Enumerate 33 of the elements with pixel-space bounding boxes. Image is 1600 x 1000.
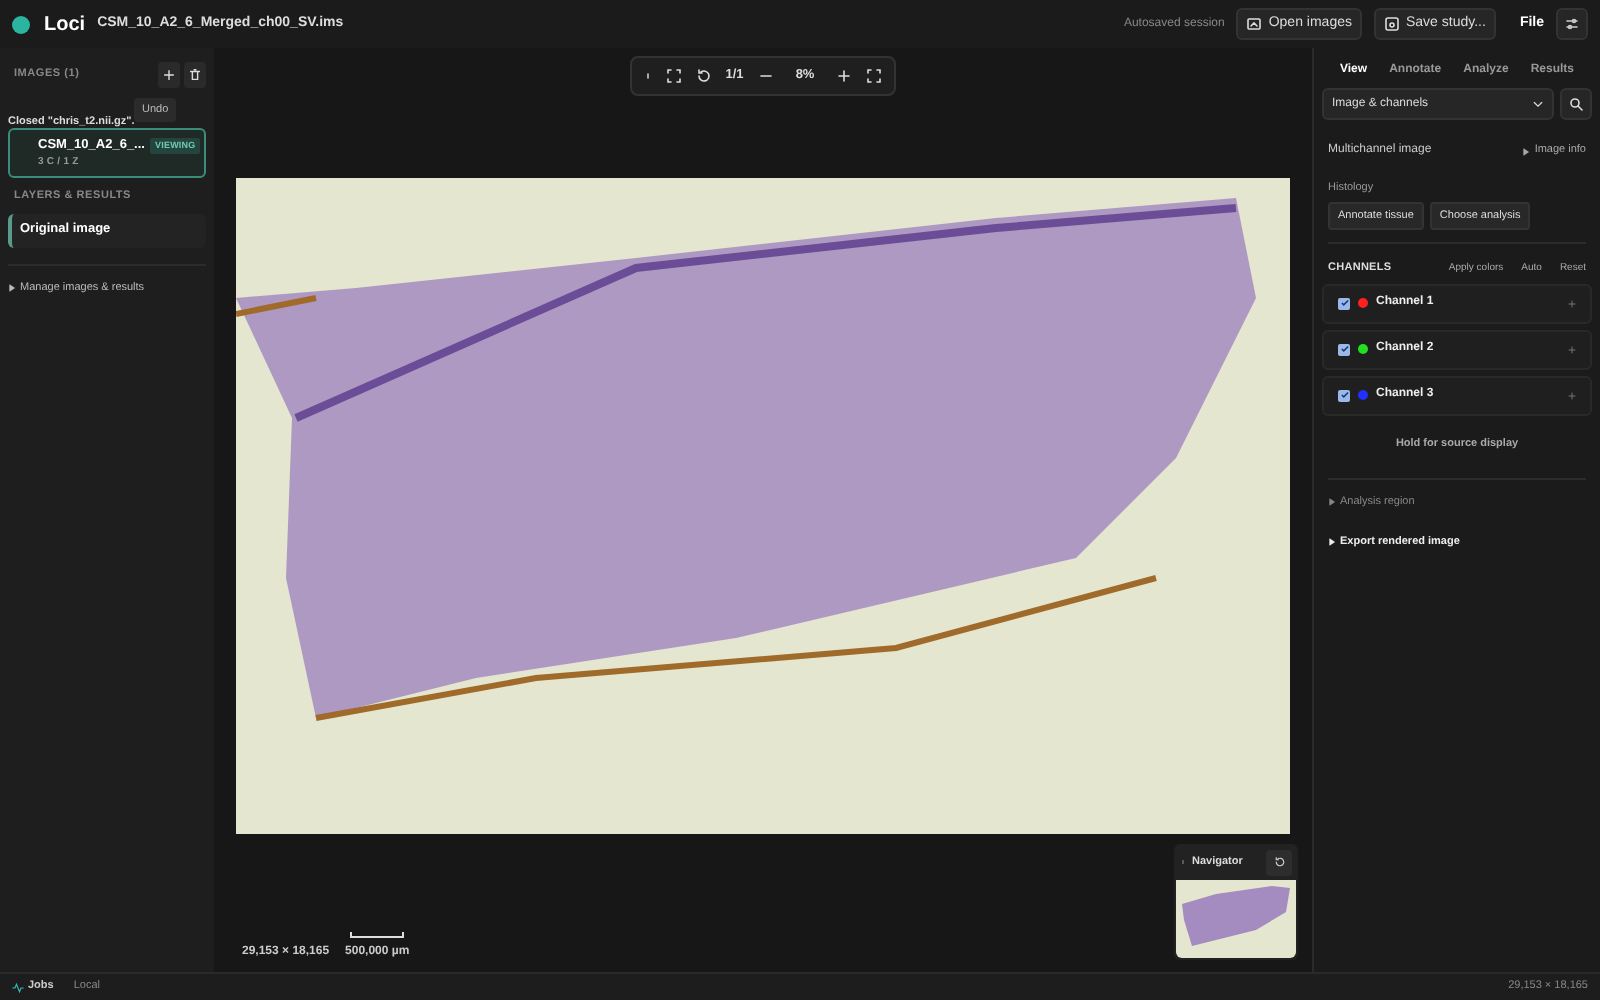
add-button[interactable] <box>158 61 180 87</box>
app-name: Loci <box>44 11 86 39</box>
fit-icon[interactable] <box>665 68 682 84</box>
checkbox[interactable] <box>1338 297 1350 309</box>
navigator-thumbnail <box>1176 880 1296 958</box>
refresh-icon <box>1273 856 1285 868</box>
caret-icon <box>8 283 16 292</box>
caret-icon <box>1522 147 1531 155</box>
sliders-icon <box>1564 16 1580 32</box>
plus-icon <box>162 67 176 81</box>
reset-button[interactable] <box>1266 849 1292 875</box>
checkbox[interactable] <box>1338 389 1350 401</box>
trash-icon <box>188 67 202 81</box>
grip-icon[interactable] <box>643 70 652 82</box>
search-button[interactable] <box>1560 88 1592 120</box>
disk-icon <box>1383 16 1400 32</box>
fullscreen-icon[interactable] <box>866 68 883 84</box>
logo-icon <box>12 15 30 33</box>
image-icon <box>1246 16 1263 32</box>
caret-icon <box>1328 497 1336 506</box>
plus-icon[interactable] <box>1568 345 1576 353</box>
delete-button[interactable] <box>184 61 206 87</box>
scale-bar <box>350 932 405 938</box>
plus-icon[interactable] <box>1568 299 1576 307</box>
chevron-down-icon <box>1532 98 1544 110</box>
rotate-icon[interactable] <box>695 68 712 84</box>
search-icon <box>1568 96 1584 112</box>
activity-icon <box>12 981 24 993</box>
settings-button[interactable] <box>1556 8 1588 40</box>
zoom-in-icon[interactable] <box>836 68 853 84</box>
caret-icon <box>1328 538 1336 547</box>
checkbox[interactable] <box>1338 343 1350 355</box>
plus-icon[interactable] <box>1568 391 1576 399</box>
